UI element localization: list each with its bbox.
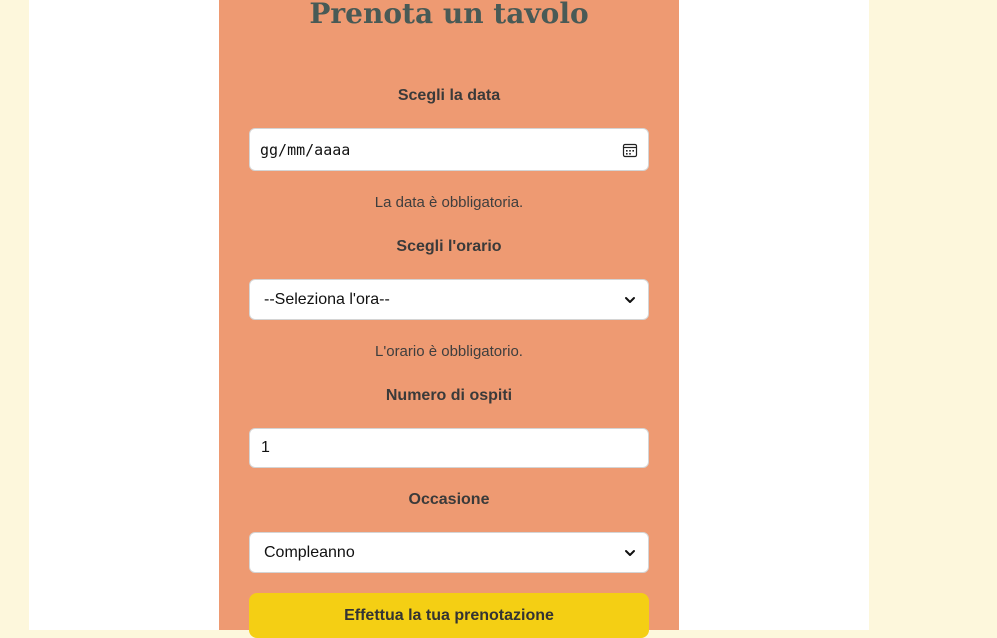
date-label: Scegli la data [397,87,501,104]
chevron-down-icon [624,547,636,559]
time-select[interactable]: --Seleziona l'ora-- [249,279,649,320]
chevron-down-icon [624,294,636,306]
date-input[interactable]: gg/mm/aaaa [249,128,649,171]
date-placeholder: gg/mm/aaaa [260,140,351,159]
occasion-select-value: Compleanno [264,543,355,561]
calendar-icon[interactable] [622,142,638,158]
submit-reservation-button[interactable]: Effettua la tua prenotazione [249,593,649,638]
reservation-form: Prenota un tavolo Scegli la data gg/mm/a… [219,0,679,638]
occasion-label: Occasione [408,491,490,508]
date-required-message: La data è obbligatoria. [374,194,524,211]
guests-input[interactable]: 1 [249,428,649,468]
time-label: Scegli l'orario [396,238,502,255]
form-title: Prenota un tavolo [309,0,589,30]
guests-value: 1 [261,439,270,456]
time-required-message: L'orario è obbligatorio. [375,343,523,360]
guests-label: Numero di ospiti [385,387,513,404]
time-select-value: --Seleziona l'ora-- [264,290,390,308]
occasion-select[interactable]: Compleanno [249,532,649,573]
